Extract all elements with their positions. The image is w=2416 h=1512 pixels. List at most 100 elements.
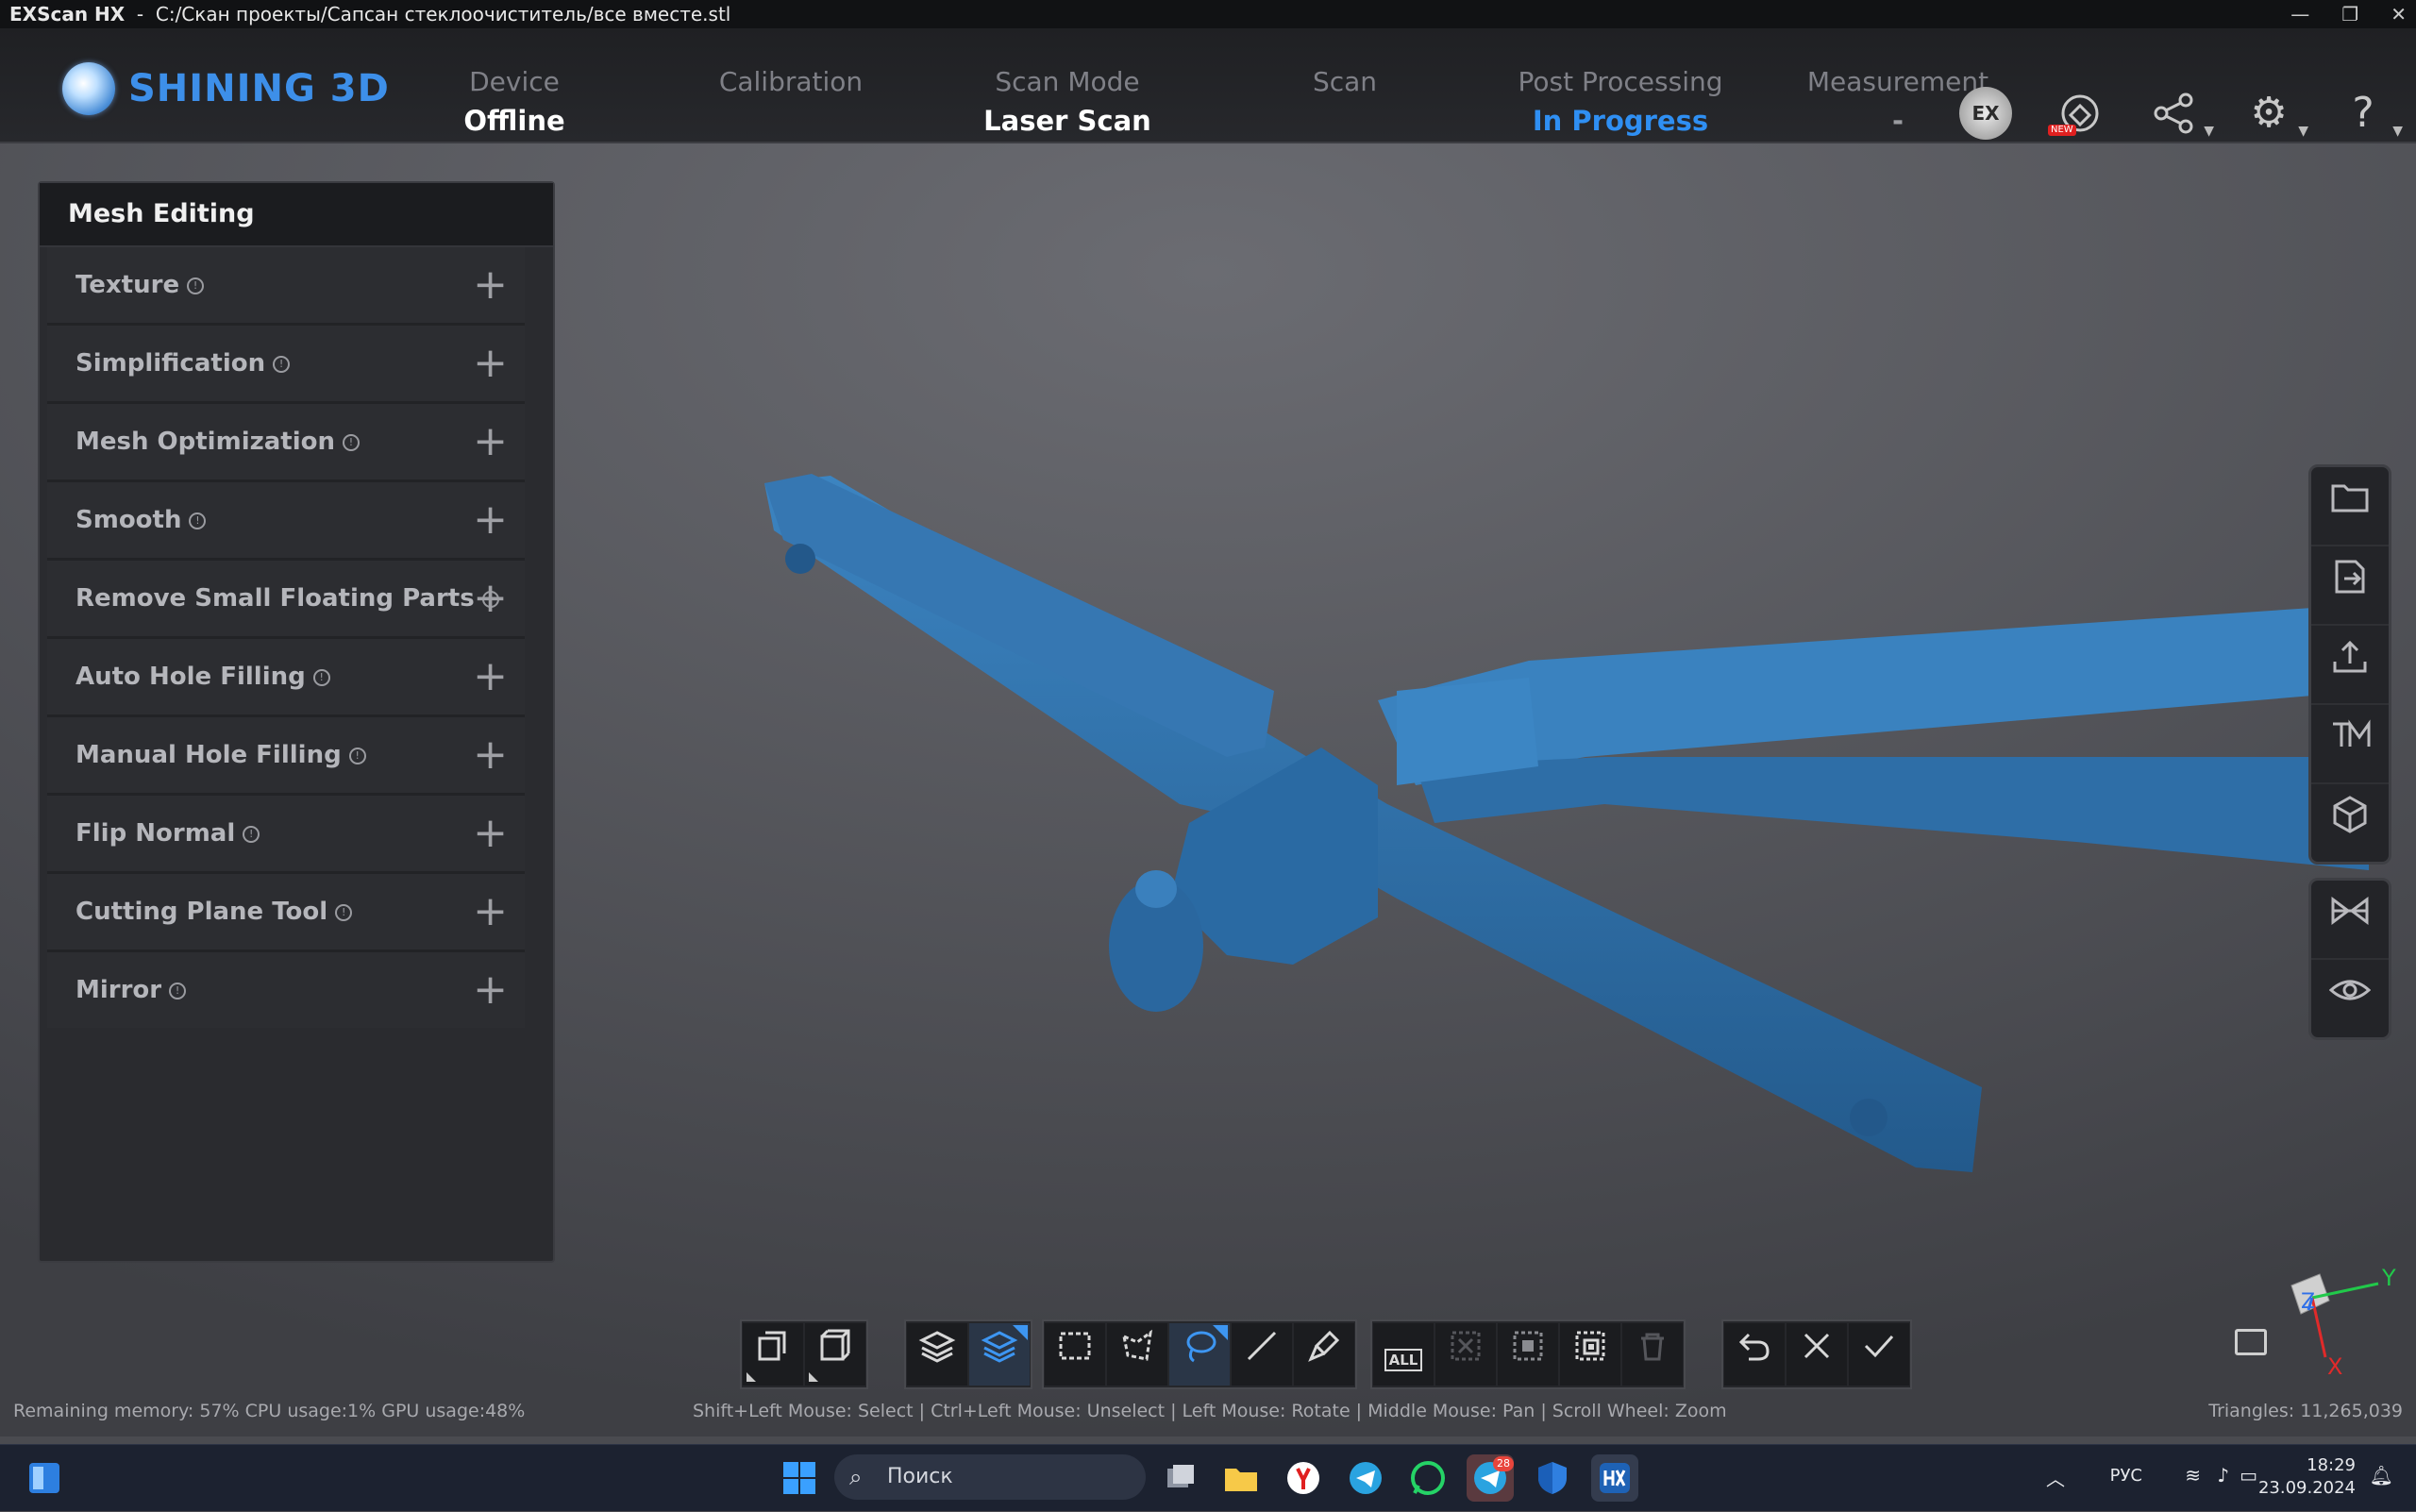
wifi-icon[interactable]: ≋: [2185, 1464, 2201, 1487]
clock-time: 18:29: [2307, 1455, 2356, 1475]
file-explorer-icon[interactable]: [1217, 1454, 1265, 1502]
expand-plus-icon[interactable]: +: [473, 404, 508, 479]
expand-plus-icon[interactable]: +: [473, 874, 508, 949]
axis-x-label: X: [2327, 1353, 2342, 1378]
window-title: EXScan HX - C:/Скан проекты/Сапсан стекл…: [9, 0, 730, 28]
notification-bell-icon[interactable]: 🔔︎: [2370, 1464, 2393, 1487]
deselect-icon[interactable]: [1435, 1323, 1496, 1386]
whatsapp-icon[interactable]: [1404, 1454, 1451, 1502]
info-icon[interactable]: !: [343, 433, 360, 451]
mirror-view-icon[interactable]: [2311, 881, 2389, 960]
right-toolbar-view: [2308, 878, 2391, 1040]
widgets-icon[interactable]: [21, 1454, 68, 1502]
expand-plus-icon[interactable]: +: [473, 639, 508, 714]
volume-icon[interactable]: ♪: [2217, 1464, 2229, 1487]
tm-icon[interactable]: [2311, 705, 2389, 784]
expand-plus-icon[interactable]: +: [473, 952, 508, 1028]
info-icon[interactable]: !: [312, 668, 330, 686]
tool-label: Cutting Plane Tool: [76, 898, 328, 926]
task-view-icon[interactable]: [1157, 1454, 1204, 1502]
right-toolbar-file: [2308, 464, 2391, 865]
exscan-hx-icon[interactable]: [1591, 1454, 1638, 1502]
battery-icon[interactable]: ▭: [2240, 1464, 2257, 1487]
tool-remove-small-floating-parts[interactable]: Remove Small Floating Parts! +: [47, 561, 525, 639]
perspective-icon[interactable]: [743, 1323, 803, 1386]
minimize-button[interactable]: —: [2290, 0, 2309, 28]
trash-icon[interactable]: [1622, 1323, 1683, 1386]
yandex-browser-icon[interactable]: [1280, 1454, 1327, 1502]
submenu-corner-icon: [809, 1372, 818, 1382]
expand-plus-icon[interactable]: +: [473, 482, 508, 558]
step-device[interactable]: Device Offline ⟳: [392, 66, 637, 200]
tool-smooth[interactable]: Smooth! +: [47, 482, 525, 561]
select-all-label: ALL: [1384, 1349, 1423, 1371]
info-icon[interactable]: !: [189, 512, 207, 529]
info-icon[interactable]: !: [335, 903, 353, 921]
axis-gizmo[interactable]: Y Z X: [2265, 1246, 2407, 1378]
taskbar-search[interactable]: ⌕ Поиск: [834, 1454, 1146, 1500]
expand-plus-icon[interactable]: +: [473, 561, 508, 636]
step-scan-mode[interactable]: Scan Mode Laser Scan: [945, 66, 1190, 191]
expand-plus-icon[interactable]: +: [473, 796, 508, 871]
step-value: Offline: [463, 105, 565, 137]
telegram-icon[interactable]: [1342, 1454, 1389, 1502]
tool-label: Manual Hole Filling: [76, 741, 342, 769]
undo-icon[interactable]: [1724, 1323, 1785, 1386]
clock[interactable]: 18:29 23.09.2024: [2258, 1454, 2356, 1500]
confirm-icon[interactable]: [1849, 1323, 1909, 1386]
lasso-select-icon[interactable]: [1169, 1323, 1230, 1386]
info-icon[interactable]: !: [348, 747, 366, 764]
cloud-model-icon[interactable]: NEW: [2048, 87, 2106, 140]
step-scan[interactable]: Scan: [1222, 66, 1468, 191]
tool-manual-hole-filling[interactable]: Manual Hole Filling! +: [47, 717, 525, 796]
upload-icon[interactable]: [2311, 626, 2389, 705]
cancel-icon[interactable]: [1787, 1323, 1847, 1386]
step-calibration[interactable]: Calibration: [668, 66, 914, 191]
ex-model-icon[interactable]: EX: [1959, 87, 2012, 140]
expand-plus-icon[interactable]: +: [473, 717, 508, 793]
info-icon[interactable]: !: [187, 277, 205, 294]
expand-plus-icon[interactable]: +: [473, 247, 508, 323]
brush-select-icon[interactable]: [1294, 1323, 1354, 1386]
export-icon[interactable]: [2311, 546, 2389, 626]
help-icon[interactable]: ? ▼: [2337, 87, 2403, 140]
tool-texture[interactable]: Texture! +: [47, 247, 525, 326]
step-label: Post Processing: [1518, 66, 1723, 97]
start-icon[interactable]: [776, 1454, 823, 1502]
cube-icon[interactable]: [2311, 784, 2389, 862]
defender-icon[interactable]: [1529, 1454, 1576, 1502]
invert-select-icon[interactable]: [1498, 1323, 1558, 1386]
folder-icon[interactable]: [2311, 467, 2389, 546]
telegram-alt-icon[interactable]: 28: [1467, 1454, 1514, 1502]
polygon-select-icon[interactable]: [1107, 1323, 1167, 1386]
info-icon[interactable]: !: [273, 355, 291, 373]
eye-icon[interactable]: [2311, 960, 2389, 1037]
select-connected-icon[interactable]: [1560, 1323, 1620, 1386]
maximize-button[interactable]: ❐: [2341, 0, 2358, 28]
selection-action-group: ALL: [1370, 1319, 1686, 1389]
close-button[interactable]: ✕: [2391, 0, 2407, 28]
tool-simplification[interactable]: Simplification! +: [47, 326, 525, 404]
tool-label: Remove Small Floating Parts: [76, 584, 475, 613]
line-select-icon[interactable]: [1232, 1323, 1292, 1386]
step-post-processing[interactable]: Post Processing In Progress: [1498, 66, 1743, 202]
tool-cutting-plane[interactable]: Cutting Plane Tool! +: [47, 874, 525, 952]
clock-date: 23.09.2024: [2257, 1478, 2356, 1498]
rect-select-icon[interactable]: [1045, 1323, 1105, 1386]
gear-icon[interactable]: ⚙ ▼: [2242, 87, 2308, 140]
info-icon[interactable]: !: [169, 982, 187, 1000]
wireframe-cube-icon[interactable]: [805, 1323, 865, 1386]
layers-select-icon[interactable]: [969, 1323, 1030, 1386]
tool-mirror[interactable]: Mirror! +: [47, 952, 525, 1028]
tool-flip-normal[interactable]: Flip Normal! +: [47, 796, 525, 874]
chevron-up-icon[interactable]: ︿: [2046, 1464, 2065, 1491]
select-all-icon[interactable]: ALL: [1373, 1323, 1434, 1386]
tool-auto-hole-filling[interactable]: Auto Hole Filling! +: [47, 639, 525, 717]
info-icon[interactable]: !: [243, 825, 260, 843]
share-icon[interactable]: ▼: [2148, 87, 2214, 140]
tool-mesh-optimization[interactable]: Mesh Optimization! +: [47, 404, 525, 482]
fit-view-icon[interactable]: [2235, 1329, 2267, 1355]
layers-icon[interactable]: [907, 1323, 967, 1386]
language-indicator[interactable]: РУС: [2110, 1466, 2142, 1486]
expand-plus-icon[interactable]: +: [473, 326, 508, 401]
